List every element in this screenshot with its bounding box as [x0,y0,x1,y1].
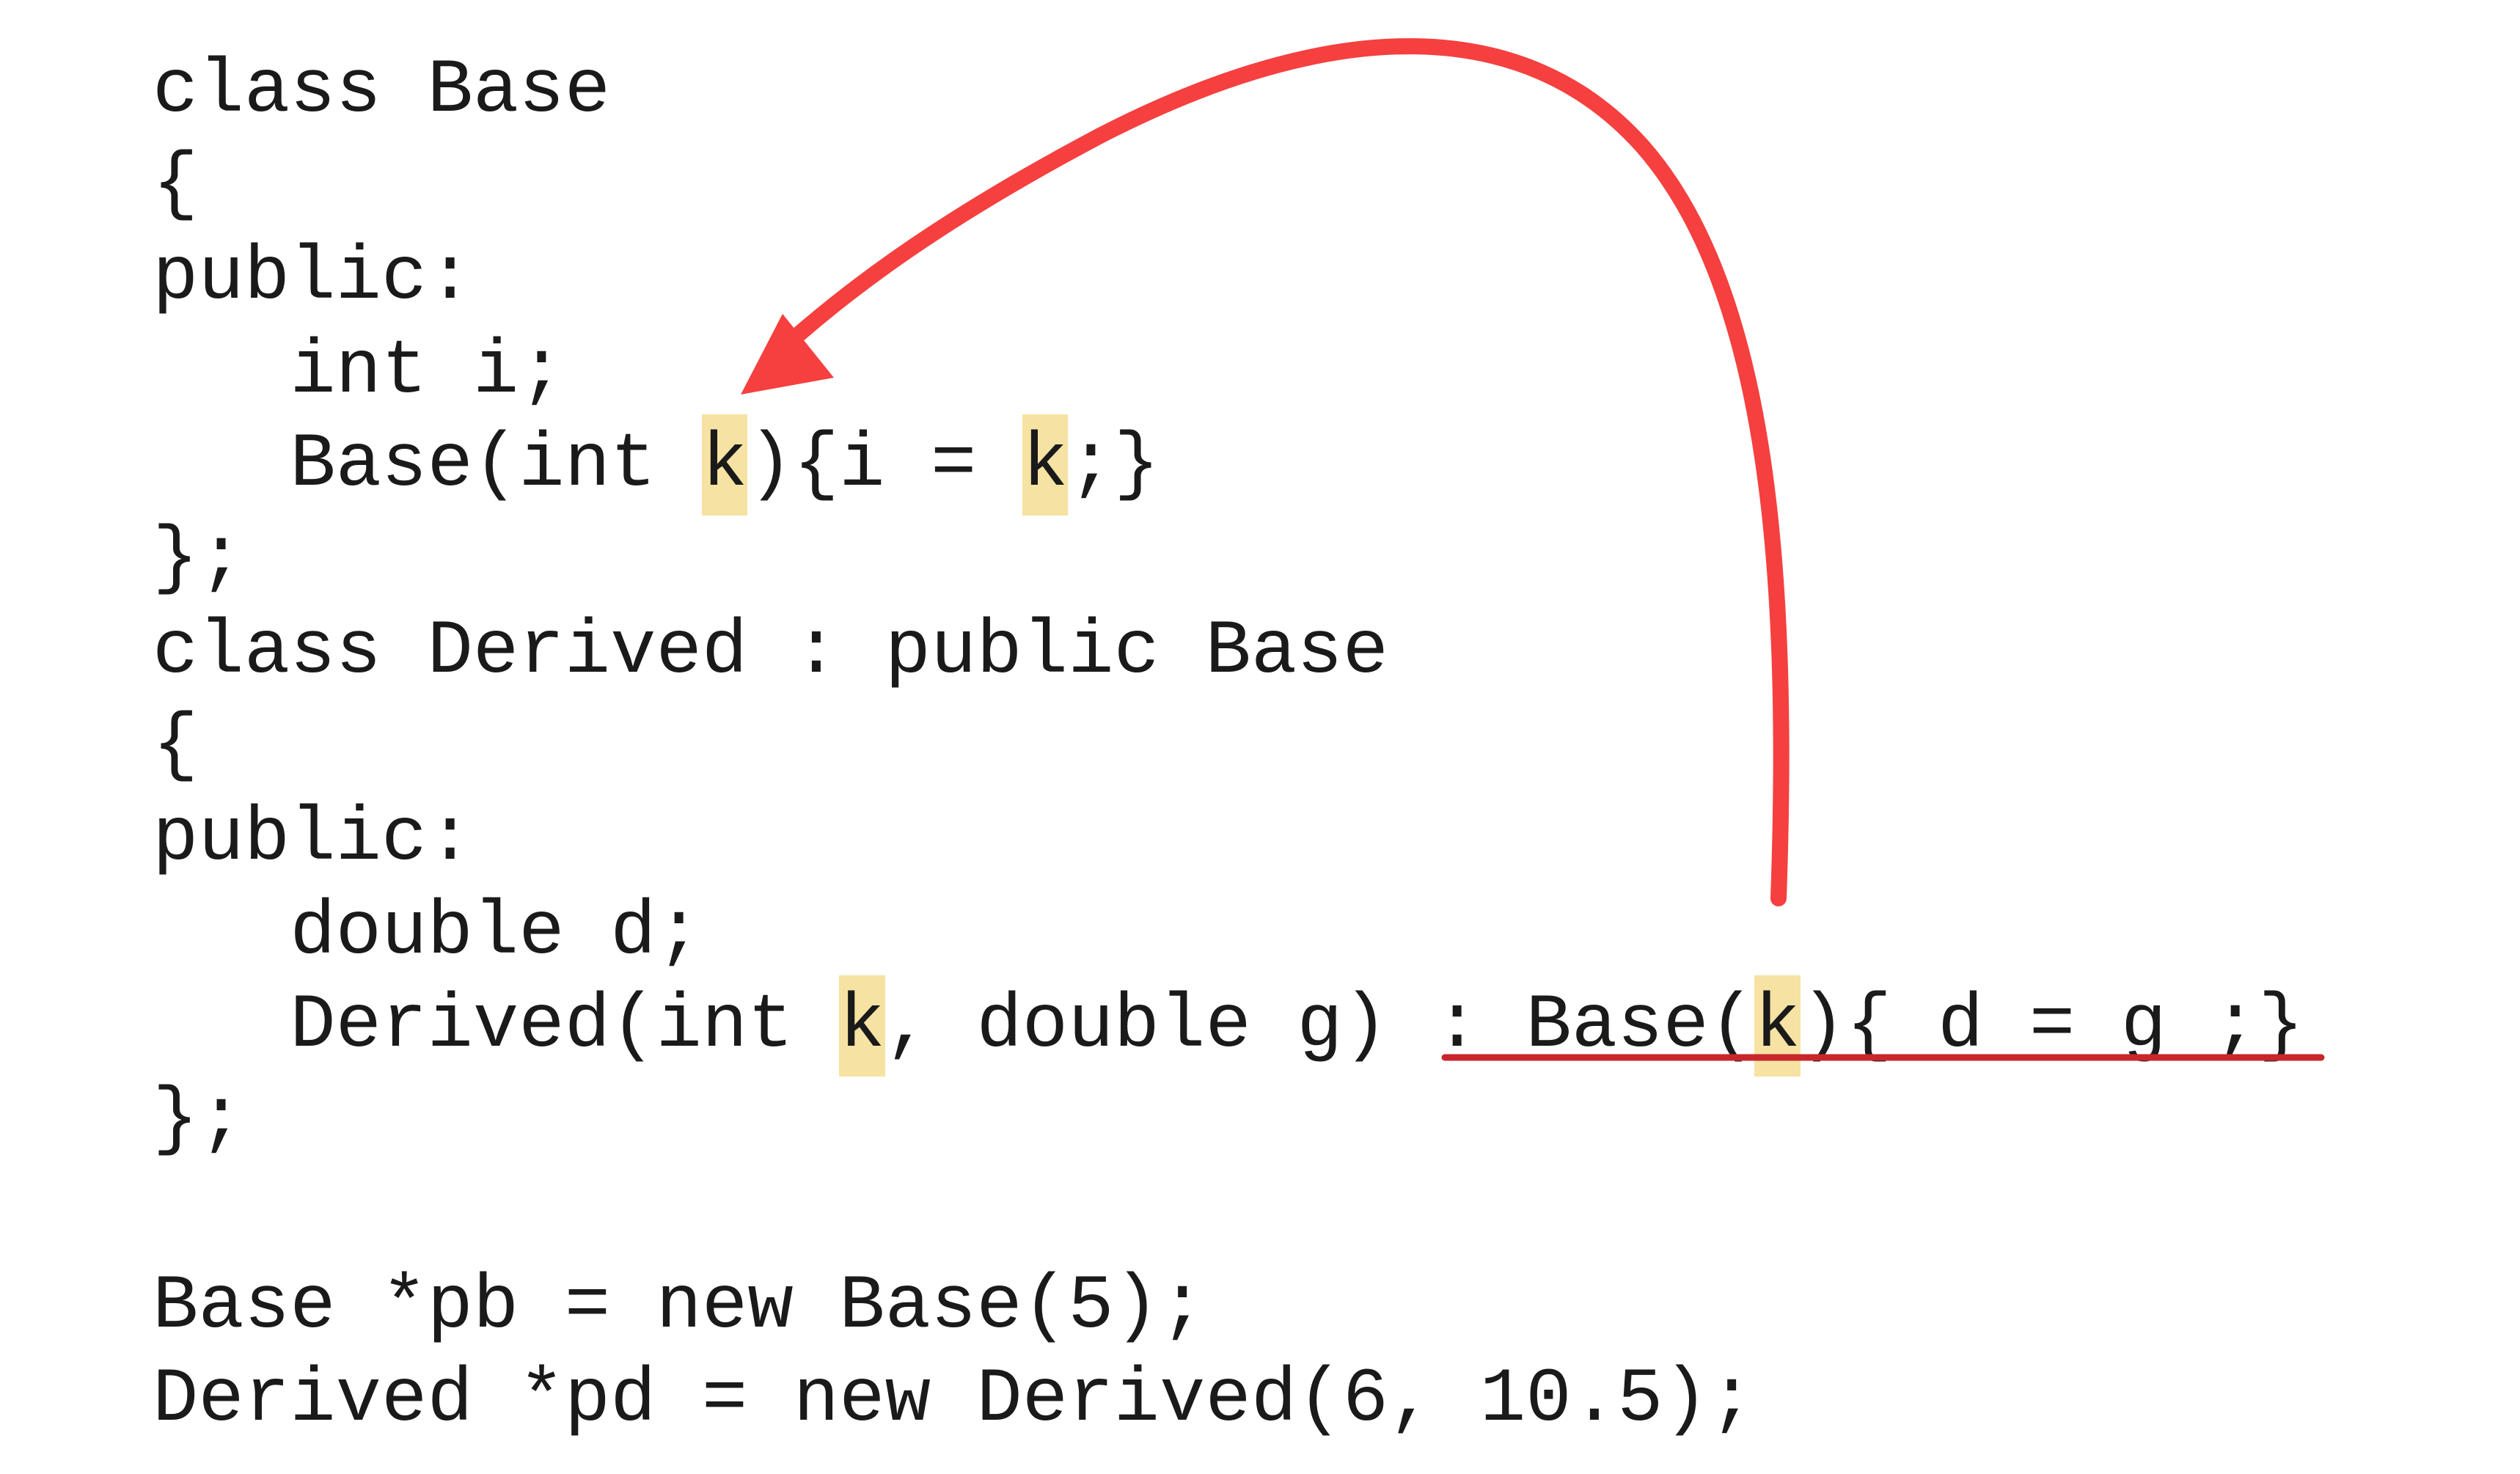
annotation-overlay [741,38,2325,1061]
call-arrow-shaft [791,38,1790,906]
code-diagram: class Base{public: int i; Base(int k){i … [0,0,2520,1474]
